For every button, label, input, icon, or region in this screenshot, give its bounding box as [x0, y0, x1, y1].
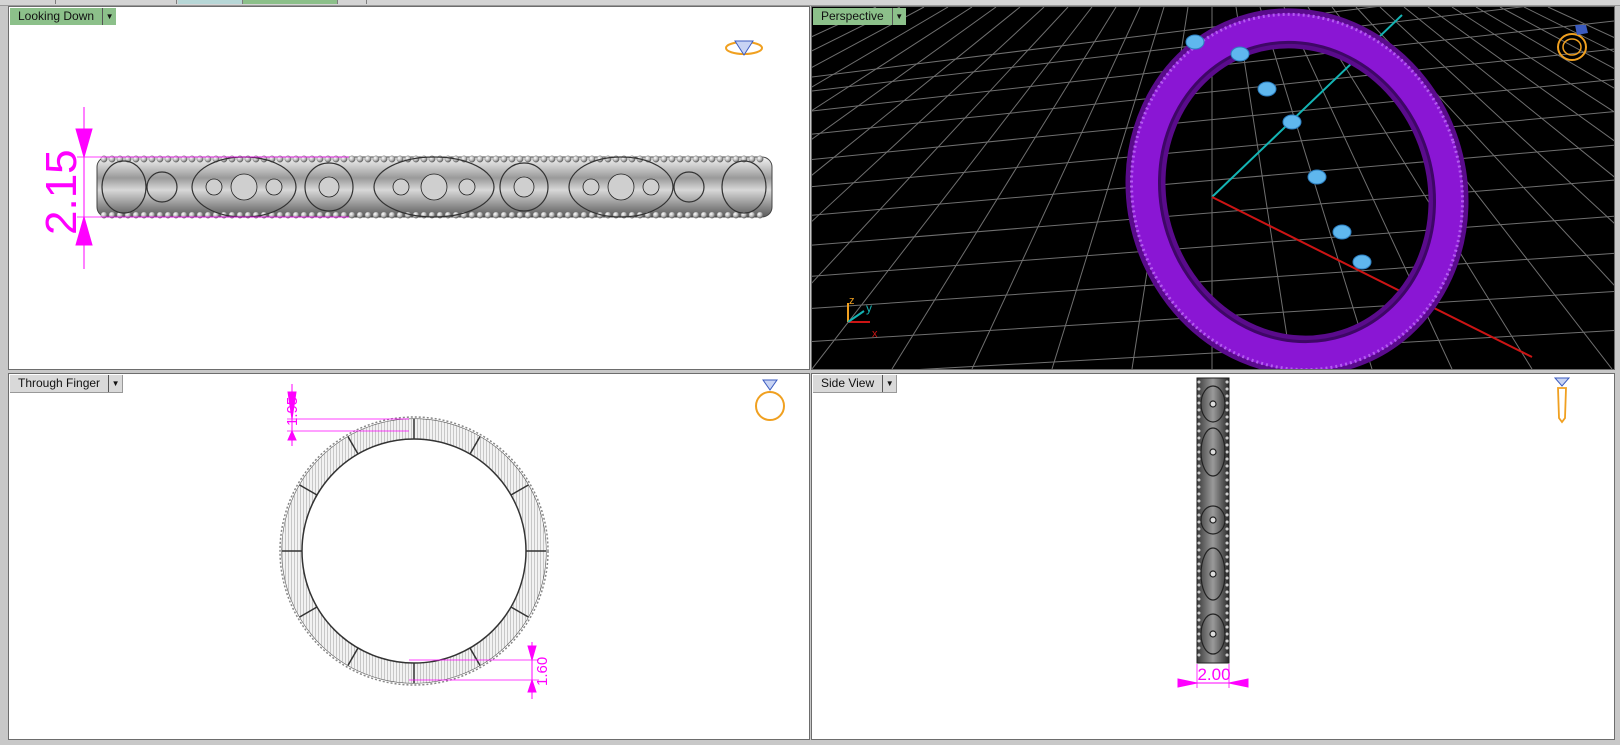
ring-front-view-icon [755, 379, 785, 421]
through-finger-canvas[interactable]: 1.95 1.60 [9, 374, 809, 739]
ring-profile-front [279, 416, 549, 686]
chevron-down-icon[interactable]: ▼ [102, 8, 116, 25]
ring-top-view-icon [725, 40, 763, 56]
axis-z-label: z [849, 295, 855, 307]
viewport-looking-down[interactable]: Looking Down ▼ 2.15 [8, 6, 810, 370]
dimension-text-height: 2.15 [37, 149, 86, 235]
axis-x-label: x [872, 328, 878, 340]
viewport-title: Looking Down [18, 9, 95, 23]
document-tab[interactable] [0, 0, 56, 4]
ring-band-top-view [96, 155, 773, 219]
dimension-text-side: 2.00 [1197, 665, 1230, 684]
side-view-canvas[interactable]: 2.00 [812, 374, 1614, 739]
chevron-down-icon[interactable]: ▼ [891, 8, 906, 25]
document-tab[interactable] [338, 0, 367, 4]
chevron-down-icon[interactable]: ▼ [882, 375, 896, 392]
viewport-label-perspective[interactable]: Perspective ▼ [813, 8, 906, 25]
viewport-title: Perspective [821, 9, 884, 23]
viewport-title: Side View [821, 376, 875, 390]
dimension-text-bottom: 1.60 [534, 657, 551, 686]
document-tab-active[interactable] [243, 0, 338, 4]
viewport-perspective[interactable]: Perspective ▼ z y x [811, 6, 1615, 370]
viewport-label-looking-down[interactable]: Looking Down ▼ [10, 8, 117, 25]
axis-y-label: y [866, 301, 872, 315]
viewport-label-side-view[interactable]: Side View ▼ [813, 375, 898, 393]
viewport-title: Through Finger [18, 376, 101, 390]
dimension-text-top: 1.95 [284, 397, 301, 426]
perspective-canvas[interactable]: z y x [812, 7, 1614, 369]
ring-band-side [1196, 377, 1230, 664]
ring-band-rendered [1125, 8, 1469, 369]
ring-perspective-icon [1557, 25, 1588, 61]
looking-down-canvas[interactable]: 2.15 [9, 7, 809, 369]
chevron-down-icon[interactable]: ▼ [108, 375, 122, 392]
viewport-side-view[interactable]: Side View ▼ 2.00 [811, 373, 1615, 740]
viewport-label-through-finger[interactable]: Through Finger ▼ [10, 375, 124, 393]
document-tab[interactable] [178, 0, 243, 4]
ring-side-view-icon [1553, 377, 1571, 424]
viewport-through-finger[interactable]: Through Finger ▼ 1.95 1.60 [8, 373, 810, 740]
document-tab[interactable] [56, 0, 177, 4]
